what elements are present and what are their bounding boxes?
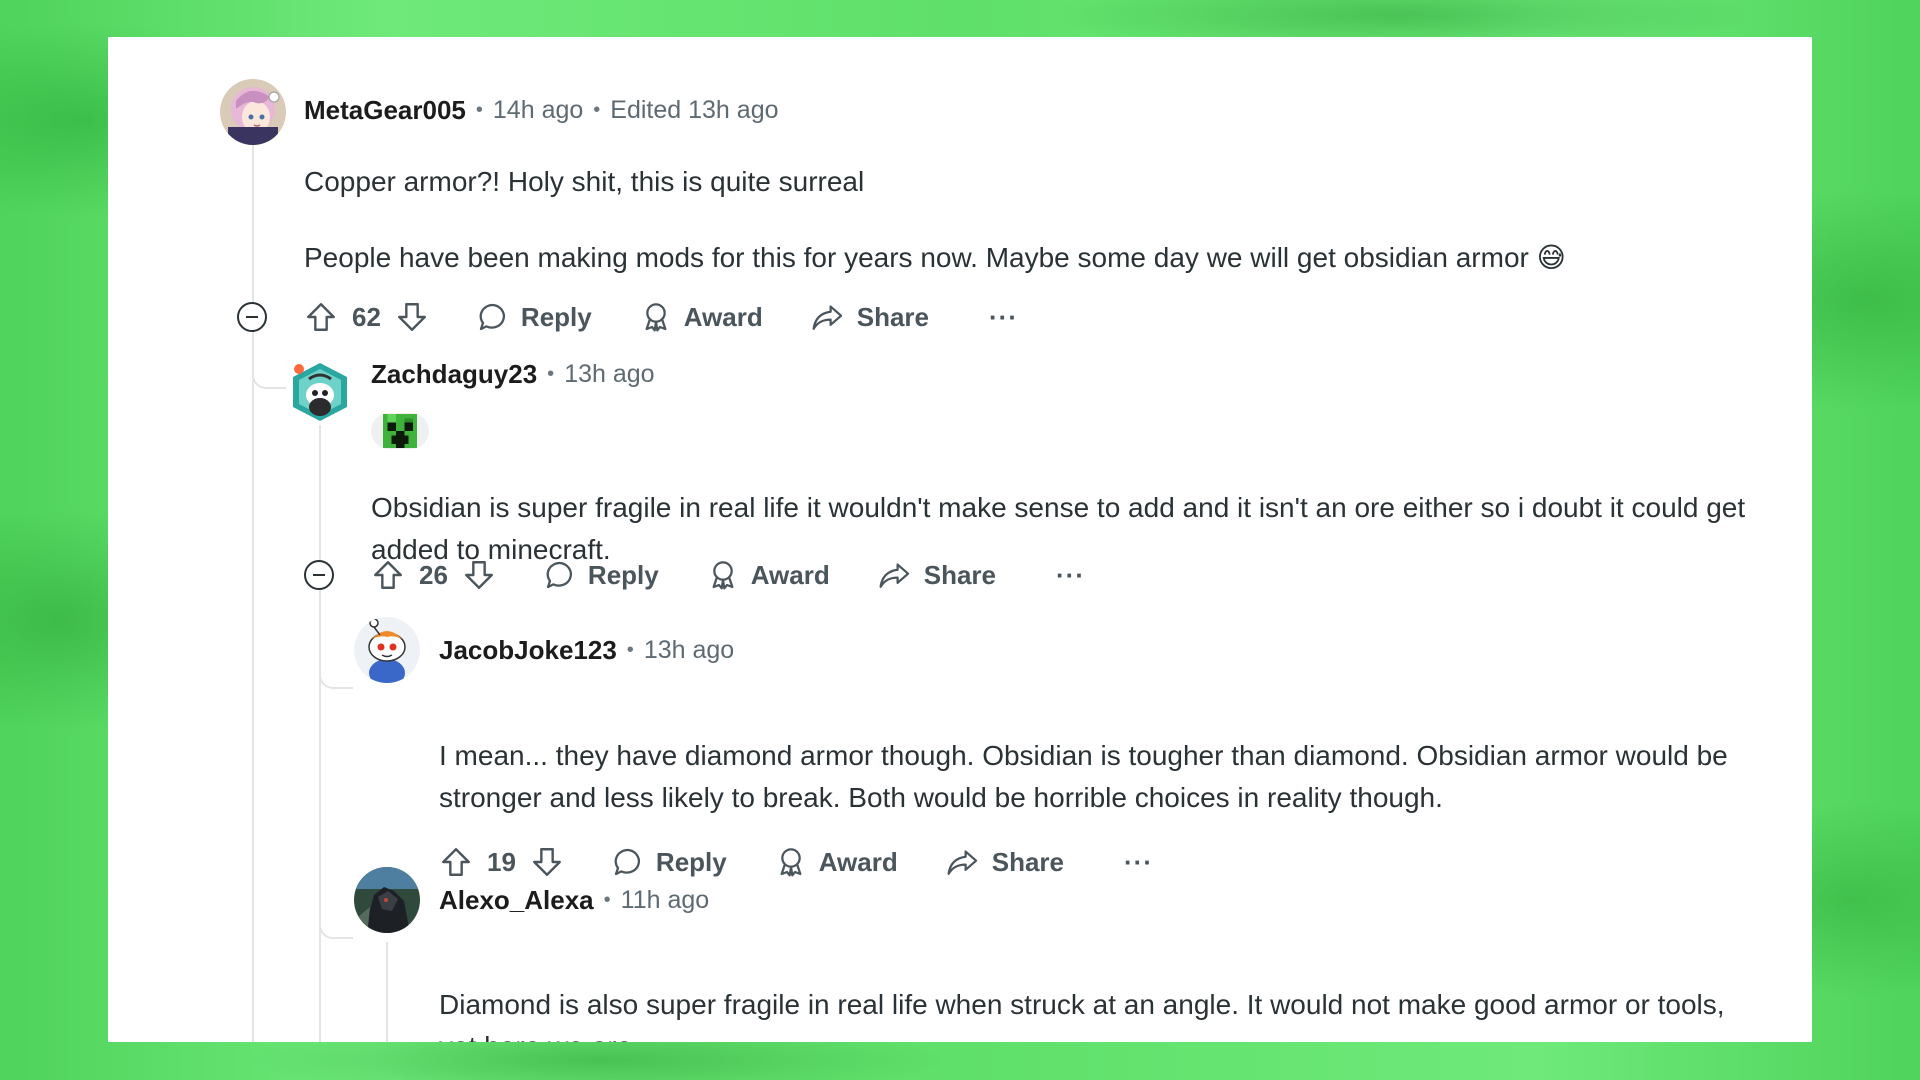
collapse-thread-button[interactable]: [237, 302, 267, 332]
separator-dot: •: [593, 99, 601, 121]
share-button[interactable]: Share: [878, 559, 996, 591]
comment-paragraph: Copper armor?! Holy shit, this is quite …: [304, 166, 865, 197]
timestamp[interactable]: 14h ago: [493, 96, 583, 125]
username[interactable]: MetaGear005: [304, 95, 466, 126]
downvote-icon[interactable]: [395, 300, 429, 334]
award-button[interactable]: Award: [640, 301, 763, 333]
user-flair: [371, 413, 429, 449]
share-arrow-icon: [946, 846, 980, 878]
comment-paragraph: Diamond is also super fragile in real li…: [439, 989, 1725, 1042]
share-arrow-icon: [878, 559, 912, 591]
collapse-thread-button[interactable]: [304, 560, 334, 590]
username[interactable]: JacobJoke123: [439, 635, 617, 666]
award-ribbon-icon: [640, 301, 672, 333]
vote-controls: 26: [371, 558, 496, 592]
vote-controls: 19: [439, 845, 564, 879]
downvote-icon[interactable]: [462, 558, 496, 592]
avatar[interactable]: [287, 359, 353, 425]
comment-body: I mean... they have diamond armor though…: [439, 735, 1769, 819]
avatar[interactable]: [354, 617, 420, 683]
comment-actions: 19 Reply Award Share ···: [439, 840, 1153, 884]
share-button[interactable]: Share: [811, 301, 929, 333]
share-label: Share: [923, 559, 996, 590]
timestamp[interactable]: 11h ago: [621, 886, 710, 915]
share-label: Share: [856, 301, 929, 332]
username[interactable]: Zachdaguy23: [371, 359, 537, 390]
reply-button[interactable]: Reply: [477, 301, 592, 333]
vote-count: 62: [352, 301, 381, 332]
timestamp[interactable]: 13h ago: [644, 636, 734, 665]
separator-dot: •: [475, 99, 483, 121]
comment-paragraph: I mean... they have diamond armor though…: [439, 740, 1728, 813]
award-ribbon-icon: [707, 559, 739, 591]
upvote-icon[interactable]: [304, 300, 338, 334]
comment-meta: JacobJoke123 • 13h ago: [439, 635, 734, 666]
thread-line-level-2[interactable]: [319, 425, 321, 1042]
reply-label: Reply: [655, 846, 727, 877]
username[interactable]: Alexo_Alexa: [439, 885, 594, 916]
anime-girl-avatar-icon: [220, 79, 286, 145]
edited-timestamp: Edited 13h ago: [610, 96, 779, 124]
reply-button[interactable]: Reply: [544, 559, 659, 591]
reply-button[interactable]: Reply: [612, 846, 727, 878]
award-label: Award: [683, 301, 763, 332]
award-label: Award: [750, 559, 830, 590]
comment-meta: Zachdaguy23 • 13h ago: [371, 359, 655, 390]
award-ribbon-icon: [775, 846, 807, 878]
comment-bubble-icon: [544, 559, 576, 591]
reply-label: Reply: [520, 301, 592, 332]
snoo-avatar-teal-icon: [287, 359, 353, 425]
award-button[interactable]: Award: [775, 846, 898, 878]
comment-body: Diamond is also super fragile in real li…: [439, 984, 1769, 1042]
comment-actions: 62 Reply Award Share ···: [304, 295, 1018, 339]
upvote-icon[interactable]: [439, 845, 473, 879]
more-options-icon[interactable]: ···: [1056, 560, 1085, 591]
vote-count: 19: [487, 846, 516, 877]
share-arrow-icon: [811, 301, 845, 333]
creeper-flair-icon: [383, 414, 417, 448]
more-options-icon[interactable]: ···: [1124, 847, 1153, 878]
upvote-icon[interactable]: [371, 558, 405, 592]
award-label: Award: [818, 846, 898, 877]
vote-count: 26: [419, 559, 448, 590]
share-label: Share: [991, 846, 1064, 877]
award-button[interactable]: Award: [707, 559, 830, 591]
share-button[interactable]: Share: [946, 846, 1064, 878]
thread-branch: [319, 617, 353, 689]
comment-actions: 26 Reply Award Share ···: [371, 553, 1085, 597]
comment-bubble-icon: [612, 846, 644, 878]
comment-paragraph: People have been making mods for this fo…: [304, 242, 1566, 273]
separator-dot: •: [626, 639, 634, 661]
dark-armor-avatar-icon: [354, 867, 420, 933]
comment-thread-card: MetaGear005 • 14h ago • Edited 13h ago C…: [108, 37, 1812, 1042]
separator-dot: •: [547, 363, 555, 385]
vote-controls: 62: [304, 300, 429, 334]
thread-line-level-4[interactable]: [386, 942, 388, 1042]
downvote-icon[interactable]: [530, 845, 564, 879]
reply-label: Reply: [587, 559, 659, 590]
thread-branch: [252, 367, 286, 389]
separator-dot: •: [603, 889, 611, 911]
avatar[interactable]: [354, 867, 420, 933]
thread-branch: [319, 857, 353, 939]
thread-line-level-1[interactable]: [252, 145, 254, 1042]
avatar[interactable]: [220, 79, 286, 145]
timestamp[interactable]: 13h ago: [564, 360, 654, 389]
comment-meta: MetaGear005 • 14h ago • Edited 13h ago: [304, 95, 779, 126]
more-options-icon[interactable]: ···: [989, 302, 1018, 333]
comment-meta: Alexo_Alexa • 11h ago: [439, 885, 709, 916]
comment-bubble-icon: [477, 301, 509, 333]
snoo-avatar-orange-icon: [354, 617, 420, 683]
comment-body: Copper armor?! Holy shit, this is quite …: [304, 161, 1764, 279]
